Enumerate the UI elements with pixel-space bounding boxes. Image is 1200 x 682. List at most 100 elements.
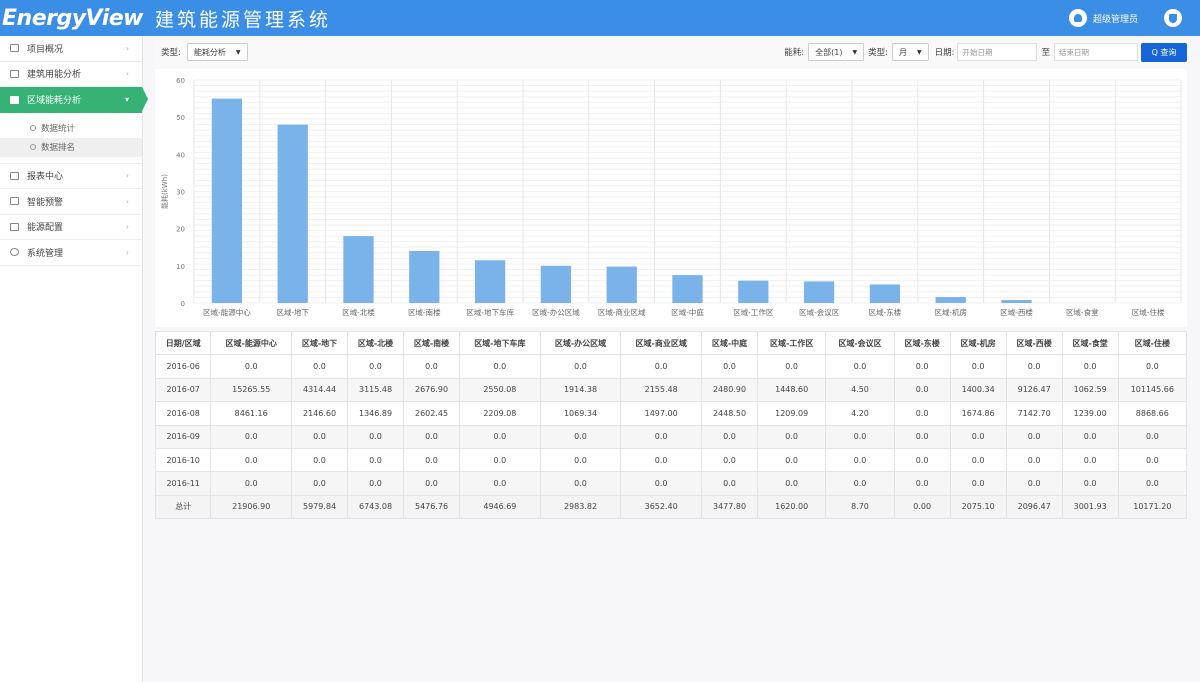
chevron-down-icon: ▾ [124, 95, 129, 105]
table-cell: 7142.70 [1005, 401, 1063, 426]
sidebar-subitem-statistics[interactable]: 数据统计 [0, 119, 142, 138]
sidebar-item-report-center[interactable]: 报表中心 › [0, 164, 142, 189]
table-cell: 0.0 [1117, 447, 1188, 473]
table-cell: 0.0 [1005, 354, 1063, 379]
period-select[interactable]: 全部(1) ▼ [808, 43, 865, 61]
column-header[interactable]: 区域-地下 [291, 330, 349, 356]
table-cell: 5979.84 [291, 494, 349, 520]
type-select[interactable]: 月 ▼ [891, 43, 929, 61]
table-cell: 0.0 [291, 354, 349, 379]
table-cell: 10171.20 [1117, 494, 1188, 520]
bar [738, 280, 769, 303]
app-logo[interactable]: EnergyView [2, 6, 143, 31]
y-tick-label: 30 [176, 189, 185, 197]
start-date-input[interactable]: 开始日期 [957, 43, 1038, 61]
column-header[interactable]: 区域-商业区域 [620, 330, 702, 356]
table-cell: 0.0 [893, 401, 951, 426]
table-cell: 0.0 [403, 471, 461, 496]
table-cell: 8461.16 [210, 401, 293, 426]
table-cell: 0.0 [1005, 424, 1063, 449]
y-axis-label: 能耗(kWh) [160, 174, 169, 209]
column-header[interactable]: 区域-南楼 [403, 330, 461, 356]
table-cell: 0.0 [701, 354, 758, 379]
bar [672, 275, 703, 303]
table-cell: 2448.50 [701, 401, 758, 426]
bar [211, 98, 243, 303]
table-cell: 1209.09 [756, 401, 827, 426]
table-cell: 0.0 [210, 354, 293, 379]
column-header[interactable]: 区域-地下车库 [459, 330, 541, 356]
table-cell: 0.0 [825, 471, 895, 496]
filter-toolbar: 类型: 能耗分析 ▼ 能耗: 全部(1) ▼ 类型: 月 ▼ 日期: 开始日期 … [155, 40, 1187, 64]
table-cell: 4946.69 [459, 494, 541, 520]
y-tick-label: 10 [176, 263, 185, 271]
table-cell: 0.0 [459, 447, 541, 473]
table-cell: 3001.93 [1061, 494, 1119, 520]
table-cell: 0.0 [825, 354, 895, 379]
table-cell: 0.0 [756, 447, 827, 473]
table-cell: 0.0 [949, 424, 1007, 449]
x-tick-label: 区域-地下车库 [466, 307, 514, 317]
column-header[interactable]: 日期/区域 [154, 330, 212, 356]
sidebar-subitem-ranking[interactable]: 数据排名 [0, 137, 142, 157]
sidebar: 项目概况 › 建筑用能分析 › 区域能耗分析 ▾ 数据统计 数据排名 报表中心 … [0, 36, 148, 682]
end-date-input[interactable]: 结束日期 [1054, 43, 1138, 61]
x-tick-label: 区域-东楼 [869, 307, 902, 317]
column-header[interactable]: 区域-办公区域 [539, 330, 622, 356]
start-date-placeholder: 开始日期 [962, 47, 993, 57]
table-cell: 0.0 [291, 424, 349, 449]
sidebar-item-energy-config[interactable]: 能源配置 › [0, 215, 142, 240]
table-cell: 0.0 [893, 424, 951, 449]
sidebar-item-area-energy[interactable]: 区域能耗分析 ▾ [0, 87, 148, 113]
table-cell: 0.0 [756, 424, 827, 449]
bar [277, 124, 308, 303]
table-cell: 0.0 [620, 447, 702, 473]
column-header[interactable]: 区域-西楼 [1005, 330, 1063, 356]
column-header[interactable]: 区域-食堂 [1061, 330, 1119, 356]
table-cell: 0.0 [620, 354, 702, 379]
sidebar-item-building-energy[interactable]: 建筑用能分析 › [0, 62, 142, 87]
column-header[interactable]: 区域-工作区 [756, 330, 827, 356]
user-name[interactable]: 超级管理员 [1093, 12, 1138, 25]
user-icon[interactable] [1068, 9, 1087, 27]
type-select-value: 月 [898, 47, 907, 57]
column-header[interactable]: 区域-住楼 [1117, 330, 1188, 356]
column-header[interactable]: 区域-北楼 [347, 330, 405, 356]
column-header[interactable]: 区域-会议区 [825, 330, 895, 356]
chevron-right-icon: › [125, 247, 129, 257]
table-cell: 3115.48 [347, 377, 405, 403]
table-cell: 101145.66 [1117, 377, 1188, 403]
table-cell: 1346.89 [347, 401, 405, 426]
column-header[interactable]: 区域-东楼 [893, 330, 951, 356]
table-cell: 1239.00 [1061, 401, 1119, 426]
column-header[interactable]: 区域-机房 [949, 330, 1007, 356]
table-cell: 0.0 [620, 424, 702, 449]
to-label: 至 [1041, 48, 1050, 58]
search-button[interactable]: Q 查询 [1141, 42, 1187, 62]
x-tick-label: 区域-会议区 [799, 307, 840, 317]
table-cell: 0.0 [210, 471, 293, 496]
alert-icon [10, 197, 19, 206]
sidebar-item-label: 项目概况 [27, 44, 64, 55]
table-row: 2016-06 0.0 0.0 0.0 0.0 0.0 0.0 0.0 0.0 0.0 0.0 0.0… [154, 354, 1188, 379]
caret-down-icon: ▼ [235, 48, 241, 56]
table-cell: 0.0 [1061, 471, 1119, 496]
table-cell: 5476.76 [403, 494, 461, 520]
view-select[interactable]: 能耗分析 ▼ [186, 43, 248, 61]
x-tick-label: 区域-食堂 [1066, 307, 1099, 317]
sidebar-item-smart-alerts[interactable]: 智能预警 › [0, 189, 142, 215]
table-cell: 0.0 [539, 447, 622, 473]
sidebar-item-system-admin[interactable]: 系统管理 › [0, 240, 142, 266]
chevron-right-icon: › [125, 171, 129, 181]
table-cell: 0.0 [539, 471, 622, 496]
table-cell: 4.50 [825, 377, 895, 403]
column-header[interactable]: 区域-能源中心 [210, 330, 293, 356]
report-icon [10, 171, 19, 180]
table-cell: 2016-09 [154, 424, 212, 449]
bar [869, 284, 901, 303]
sidebar-subitem-label: 数据统计 [41, 124, 76, 134]
shield-icon[interactable] [1164, 9, 1182, 27]
sidebar-item-project-overview[interactable]: 项目概况 › [0, 36, 142, 62]
column-header[interactable]: 区域-中庭 [701, 330, 758, 356]
table-cell: 2480.90 [701, 377, 758, 403]
